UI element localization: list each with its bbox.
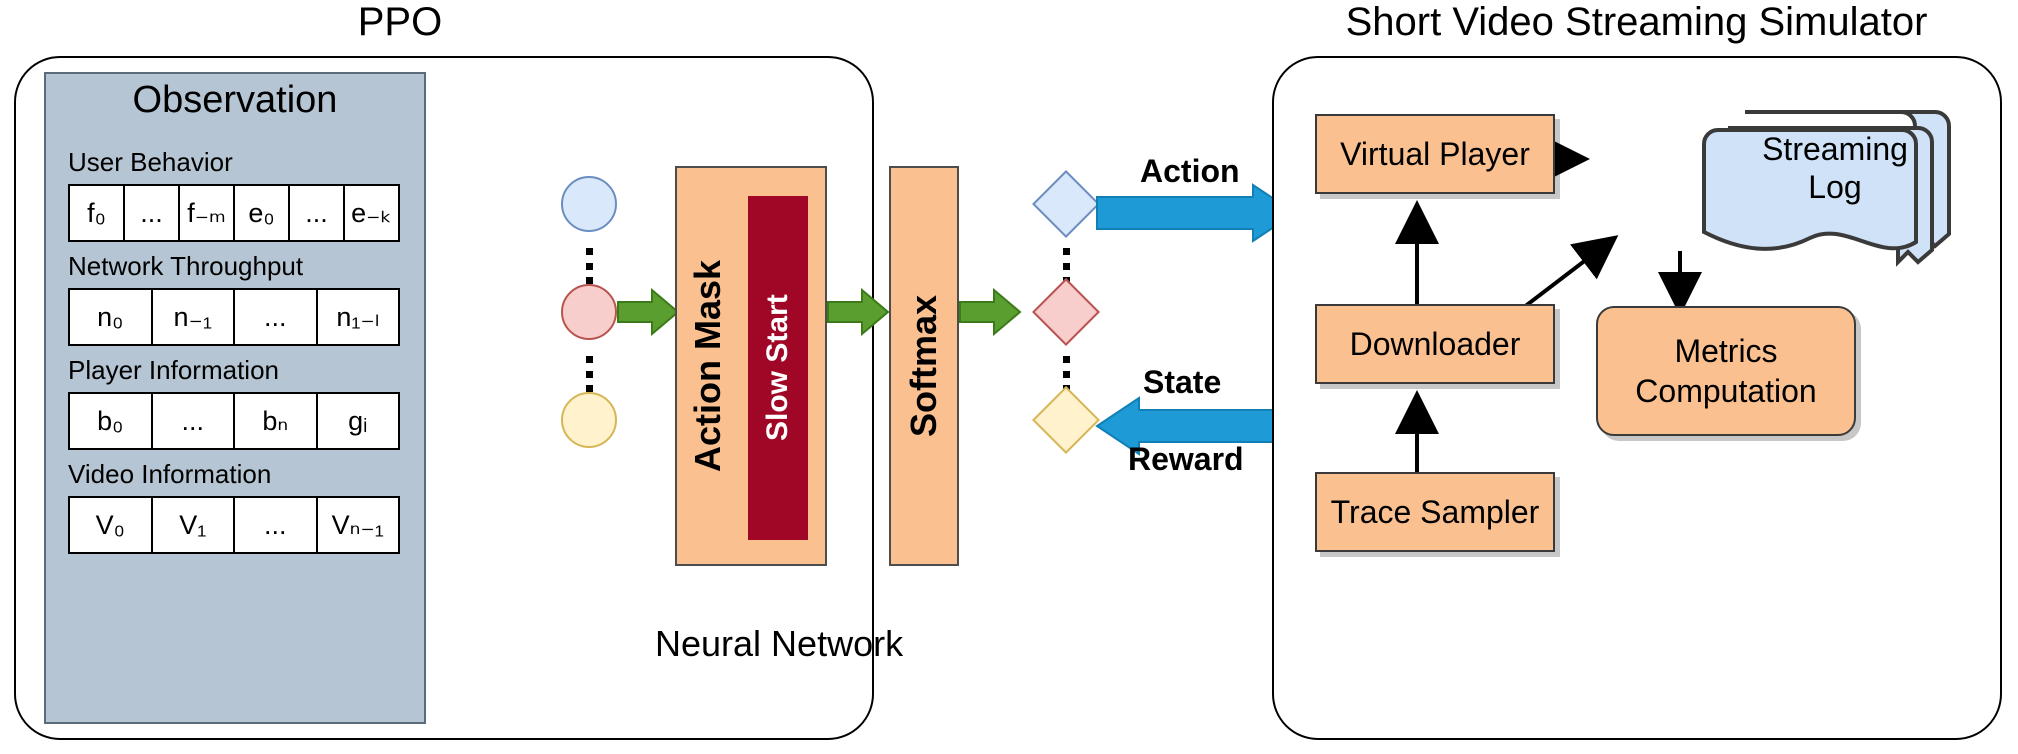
observation-vector-video-information: V₀ V₁ ... Vₙ₋₁ [68, 496, 400, 554]
metrics-computation-label-line2: Computation [1635, 373, 1817, 409]
streaming-log-stack-icon [1702, 110, 1951, 267]
observation-vector-player-information: b₀ ... bₙ gᵢ [68, 392, 400, 450]
vector-cell: Vₙ₋₁ [331, 509, 384, 540]
vector-cell: n₋₁ [153, 290, 235, 344]
output-node-red-icon [1032, 278, 1100, 346]
vector-cell: e₀ [235, 186, 290, 240]
vector-cell: b₀ [70, 394, 153, 448]
trace-sampler-block: Trace Sampler [1315, 472, 1555, 552]
input-node-blue-icon [561, 176, 617, 232]
vector-cell: ... [153, 394, 235, 448]
vector-cell: bₙ [235, 394, 318, 448]
vector-cell: n₀ [70, 290, 153, 344]
observation-group-label-video-information: Video Information [68, 459, 272, 489]
vector-cell: n₁₋ₗ [336, 301, 380, 332]
input-nodes-ellipsis-bottom-icon [585, 356, 593, 392]
green-arrow-to-action-mask-icon [617, 287, 680, 337]
observation-group-label-user-behavior: User Behavior [68, 147, 233, 177]
state-label: State [1143, 364, 1222, 400]
observation-group-label-network-throughput: Network Throughput [68, 251, 304, 281]
neural-network-label: Neural Network [655, 623, 904, 664]
green-arrow-to-softmax-icon [827, 287, 890, 337]
softmax-label: Softmax [903, 294, 944, 438]
downloader-block: Downloader [1315, 304, 1555, 384]
vector-cell: V₁ [153, 498, 235, 552]
vector-cell: V₀ [70, 498, 153, 552]
vector-cell: f₋ₘ [180, 186, 235, 240]
vector-cell: ... [125, 186, 180, 240]
vector-cell: ... [235, 498, 318, 552]
ppo-panel-title: PPO [357, 0, 443, 44]
slow-start-label: Slow Start [761, 294, 794, 442]
action-mask-label: Action Mask [687, 259, 728, 473]
input-node-red-icon [561, 284, 617, 340]
input-node-yellow-icon [561, 392, 617, 448]
action-arrow-icon [1096, 183, 1297, 243]
vector-cell: gᵢ [348, 405, 368, 436]
reward-label: Reward [1128, 441, 1244, 477]
output-node-blue-icon [1032, 170, 1100, 238]
input-nodes-ellipsis-top-icon [585, 248, 593, 284]
green-arrow-to-output-icon [959, 287, 1022, 337]
observation-group-label-player-information: Player Information [68, 355, 279, 385]
vector-cell: ... [235, 290, 318, 344]
diagram-canvas: PPO Short Video Streaming Simulator Obse… [0, 0, 2018, 754]
streaming-log-block: Streaming Log [1690, 96, 1980, 276]
output-node-yellow-icon [1032, 386, 1100, 454]
observation-title: Observation [132, 79, 338, 121]
metrics-computation-block: Metrics Computation [1596, 306, 1856, 436]
observation-vector-network-throughput: n₀ n₋₁ ... n₁₋ₗ [68, 288, 400, 346]
vector-cell: f₀ [70, 186, 125, 240]
metrics-computation-label-line1: Metrics [1674, 333, 1778, 369]
vector-cell: e₋ₖ [351, 197, 392, 228]
observation-vector-user-behavior: f₀ ... f₋ₘ e₀ ... e₋ₖ [68, 184, 400, 242]
action-label: Action [1140, 153, 1240, 189]
simulator-panel-title: Short Video Streaming Simulator [1345, 0, 1928, 44]
virtual-player-block: Virtual Player [1315, 114, 1555, 194]
vector-cell: ... [290, 186, 345, 240]
